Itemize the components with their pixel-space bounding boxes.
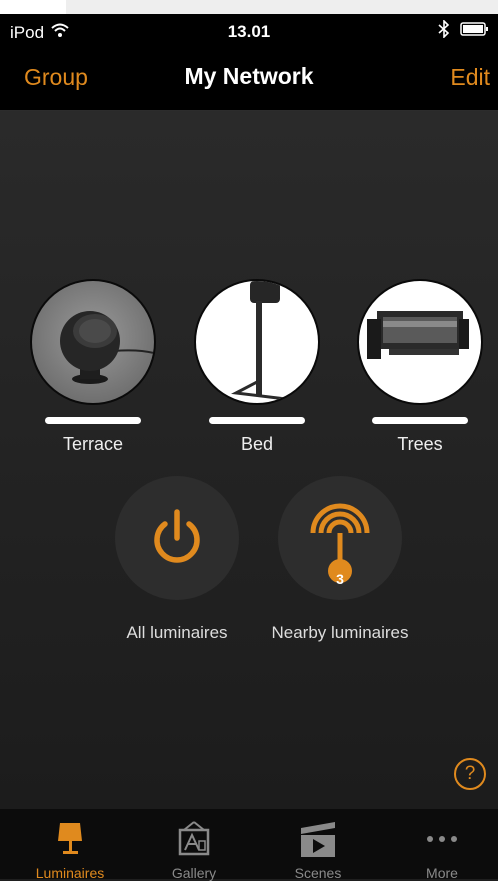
tab-scenes[interactable]: Scenes bbox=[256, 809, 380, 881]
tab-gallery[interactable]: Gallery bbox=[132, 809, 256, 881]
status-time: 13.01 bbox=[227, 22, 271, 41]
battery-icon bbox=[460, 21, 490, 42]
status-bar: iPod 13.01 bbox=[0, 14, 498, 48]
nearby-count-badge: 3 bbox=[336, 571, 344, 587]
tab-bar: Luminaires Gallery Scenes More bbox=[0, 809, 498, 881]
main-content bbox=[0, 111, 498, 809]
nearby-luminaires-button[interactable]: 3 bbox=[278, 476, 402, 600]
more-icon bbox=[427, 836, 457, 842]
all-luminaires-button[interactable] bbox=[115, 476, 239, 600]
top-strip bbox=[0, 0, 498, 14]
nav-bar: Group My Network Edit bbox=[0, 48, 498, 111]
bluetooth-icon bbox=[438, 19, 450, 43]
luminaire-bed[interactable]: Bed bbox=[192, 279, 322, 455]
brightness-bar bbox=[209, 417, 305, 424]
spot-lamp-icon bbox=[30, 279, 156, 405]
luminaire-terrace[interactable]: Terrace bbox=[28, 279, 158, 455]
luminaire-label: Bed bbox=[240, 434, 274, 454]
brightness-bar bbox=[372, 417, 468, 424]
tab-more[interactable]: More bbox=[380, 809, 498, 881]
flood-light-icon bbox=[357, 279, 483, 405]
edit-button[interactable]: Edit bbox=[450, 64, 490, 91]
spike-lamp-icon bbox=[194, 279, 320, 405]
signal-icon bbox=[310, 503, 370, 583]
luminaire-label: Terrace bbox=[62, 434, 124, 454]
all-luminaires-label: All luminaires bbox=[126, 623, 228, 642]
power-icon bbox=[154, 509, 200, 563]
brightness-bar bbox=[45, 417, 141, 424]
lamp-icon bbox=[58, 823, 82, 854]
nearby-luminaires-label: Nearby luminaires bbox=[271, 623, 409, 642]
gallery-icon bbox=[178, 821, 210, 856]
clapper-icon bbox=[301, 822, 335, 857]
tab-luminaires[interactable]: Luminaires bbox=[8, 809, 132, 881]
luminaire-label: Trees bbox=[397, 434, 443, 454]
page-title: My Network bbox=[184, 63, 314, 89]
help-button[interactable]: ? bbox=[454, 758, 486, 790]
luminaire-trees[interactable]: Trees bbox=[355, 279, 485, 455]
